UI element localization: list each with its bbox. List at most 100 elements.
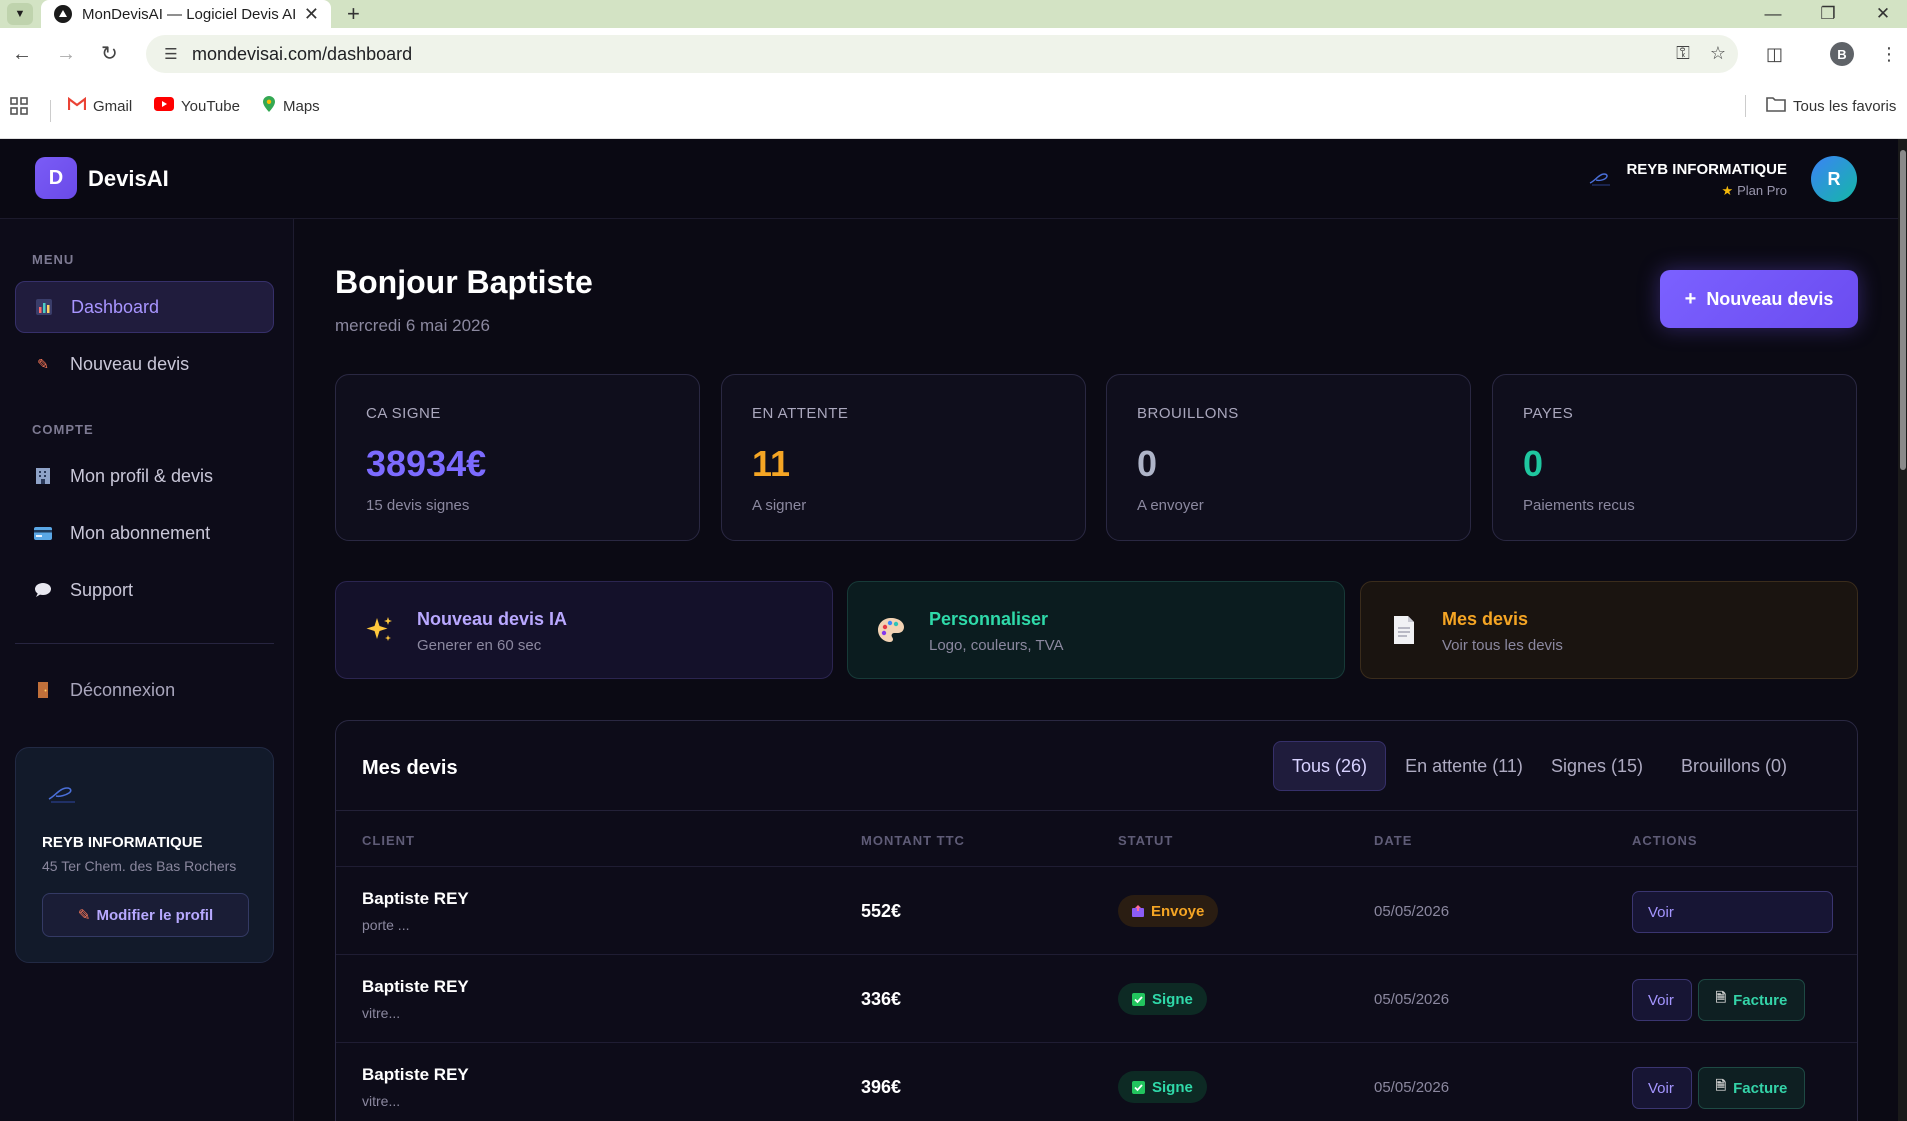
cell-date: 05/05/2026 [1374, 1079, 1450, 1096]
cell-description: vitre... [362, 1093, 401, 1109]
tab-title: MonDevisAI — Logiciel Devis AI [82, 5, 297, 23]
cell-description: vitre... [362, 1005, 401, 1021]
bookmarks-separator [50, 100, 51, 122]
action-sub: Voir tous les devis [1442, 637, 1563, 654]
tab-search-chevron-icon[interactable]: ▼ [7, 3, 33, 25]
filter-tab-tous[interactable]: Tous (26) [1273, 741, 1386, 791]
action-card-personnaliser[interactable]: Personnaliser Logo, couleurs, TVA [847, 581, 1345, 679]
quotes-panel: Mes devis Tous (26) En attente (11) Sign… [335, 720, 1858, 1121]
cell-client: Baptiste REY [362, 889, 469, 908]
stat-value: 38934€ [366, 443, 487, 484]
sidebar-item-dashboard[interactable]: Dashboard [15, 281, 274, 333]
apps-grid-icon[interactable] [10, 80, 28, 132]
sidebar-section-menu: MENU [32, 252, 75, 267]
browser-menu-kebab-icon[interactable]: ⋮ [1880, 44, 1898, 65]
site-settings-icon[interactable]: ☰ [156, 45, 186, 63]
status-badge: Signe [1118, 983, 1207, 1015]
bookmark-star-icon[interactable]: ☆ [1710, 43, 1726, 64]
palette-icon [874, 613, 908, 647]
action-sub: Generer en 60 sec [417, 637, 542, 654]
action-sub: Logo, couleurs, TVA [929, 637, 1064, 654]
bookmark-maps[interactable]: Maps [262, 80, 320, 132]
invoice-label: Facture [1733, 1079, 1788, 1097]
new-quote-button[interactable]: + Nouveau devis [1660, 270, 1858, 328]
action-title: Personnaliser [929, 609, 1049, 629]
star-icon: ★ [1721, 183, 1734, 198]
stat-card-ca-signe: CA SIGNE 38934€ 15 devis signes [335, 374, 700, 541]
all-bookmarks[interactable]: Tous les favoris [1766, 80, 1896, 132]
stat-label: BROUILLONS [1137, 405, 1239, 422]
quotes-title: Mes devis [362, 757, 458, 779]
password-key-icon[interactable]: ⚿ [1676, 43, 1690, 64]
app-header: D DevisAI REYB INFORMATIQUE ★ Plan Pro R [0, 139, 1898, 219]
url-text[interactable]: mondevisai.com/dashboard [192, 44, 412, 65]
view-button[interactable]: Voir [1632, 979, 1692, 1021]
brand-logo[interactable]: D [35, 157, 77, 199]
stat-sub: Paiements recus [1523, 497, 1635, 514]
filter-tab-en-attente[interactable]: En attente (11) [1403, 741, 1525, 791]
column-header-client: CLIENT [362, 833, 415, 848]
extensions-puzzle-icon[interactable]: ◫ [1766, 44, 1783, 65]
browser-profile-avatar[interactable]: B [1830, 42, 1854, 66]
sidebar-item-deconnexion[interactable]: Déconnexion [15, 664, 274, 716]
current-date: mercredi 6 mai 2026 [335, 316, 490, 335]
back-arrow-icon[interactable]: ← [12, 43, 32, 65]
bookmark-gmail[interactable]: Gmail [67, 80, 133, 132]
cell-client: Baptiste REY [362, 977, 469, 996]
outbox-icon [1132, 905, 1144, 917]
window-restore-icon[interactable]: ❐ [1800, 0, 1856, 28]
browser-tab-bar: ▼ MonDevisAI — Logiciel Devis AI ✕ + — ❐… [0, 0, 1907, 28]
pencil-icon: ✎ [37, 355, 49, 372]
status-text: Signe [1152, 990, 1193, 1008]
user-avatar[interactable]: R [1811, 156, 1857, 202]
status-text: Signe [1152, 1078, 1193, 1096]
sidebar-item-support[interactable]: Support [15, 564, 274, 616]
bookmark-youtube[interactable]: YouTube [154, 80, 240, 132]
check-box-icon [1132, 992, 1145, 1006]
building-icon [34, 467, 52, 485]
plan-text: Plan Pro [1737, 183, 1787, 198]
new-tab-plus-icon[interactable]: + [347, 1, 360, 27]
edit-profile-button[interactable]: ✎ Modifier le profil [42, 893, 249, 937]
invoice-label: Facture [1733, 991, 1788, 1009]
card-company-name: REYB INFORMATIQUE [42, 834, 203, 851]
sidebar-item-label: Nouveau devis [70, 353, 190, 374]
window-close-icon[interactable]: ✕ [1855, 0, 1907, 28]
door-icon [34, 681, 52, 699]
sidebar-item-profil[interactable]: Mon profil & devis [15, 450, 274, 502]
view-button[interactable]: Voir [1632, 1067, 1692, 1109]
column-header-montant: MONTANT TTC [861, 833, 965, 848]
window-minimize-icon[interactable]: — [1745, 0, 1801, 28]
company-logo-icon [46, 782, 80, 804]
action-card-mes-devis[interactable]: Mes devis Voir tous les devis [1360, 581, 1858, 679]
page-title: Bonjour Baptiste [335, 264, 593, 300]
column-header-statut: STATUT [1118, 833, 1174, 848]
sidebar-item-nouveau-devis[interactable]: ✎ Nouveau devis [15, 338, 274, 390]
forward-arrow-icon[interactable]: → [56, 43, 76, 65]
cell-date: 05/05/2026 [1374, 991, 1450, 1008]
invoice-button[interactable]: 🗎 Facture [1698, 1067, 1805, 1109]
filter-tab-brouillons[interactable]: Brouillons (0) [1664, 741, 1804, 791]
filter-tab-signes[interactable]: Signes (15) [1547, 741, 1647, 791]
address-bar[interactable]: ☰ mondevisai.com/dashboard ⚿ ☆ [146, 35, 1738, 73]
brand-name[interactable]: DevisAI [88, 166, 169, 192]
stat-sub: A signer [752, 497, 807, 514]
browser-tab[interactable]: MonDevisAI — Logiciel Devis AI ✕ [41, 0, 331, 28]
document-icon [1387, 613, 1421, 647]
tab-close-icon[interactable]: ✕ [304, 4, 319, 24]
cell-description: porte ... [362, 917, 410, 933]
reload-icon[interactable]: ↻ [101, 43, 118, 65]
sidebar-item-abonnement[interactable]: Mon abonnement [15, 507, 274, 559]
invoice-button[interactable]: 🗎 Facture [1698, 979, 1805, 1021]
view-button[interactable]: Voir [1632, 891, 1833, 933]
cell-client: Baptiste REY [362, 1065, 469, 1084]
bookmark-label: Gmail [93, 97, 133, 115]
browser-toolbar: ← → ↻ ☰ mondevisai.com/dashboard ⚿ ☆ ◫ B… [0, 28, 1907, 80]
sidebar-divider [15, 643, 274, 644]
bookmark-label: Maps [283, 97, 320, 115]
stat-card-en-attente: EN ATTENTE 11 A signer [721, 374, 1086, 541]
table-row: Baptiste REY vitre... 396€ Signe 05/05/2… [336, 1042, 1857, 1121]
check-box-icon [1132, 1080, 1145, 1094]
action-card-nouveau-devis-ia[interactable]: Nouveau devis IA Generer en 60 sec [335, 581, 833, 679]
page-scrollbar-thumb[interactable] [1900, 150, 1906, 470]
